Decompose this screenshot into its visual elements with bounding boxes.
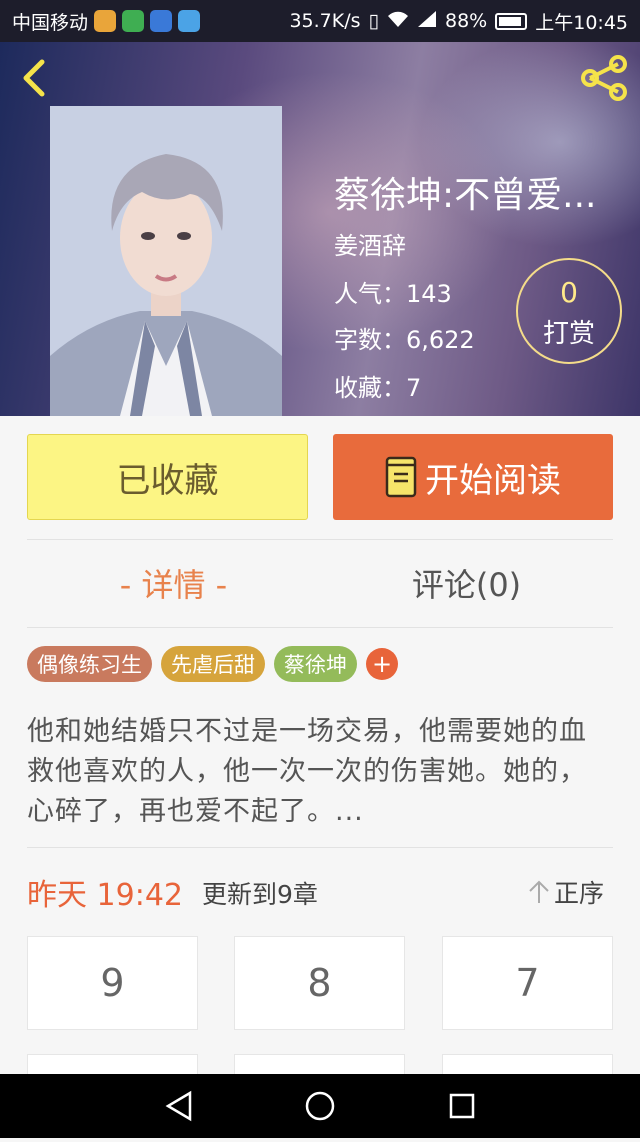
wifi-icon	[387, 10, 409, 33]
divider	[27, 539, 613, 540]
signal-icon	[417, 10, 437, 33]
tab-detail[interactable]: - 详情 -	[27, 560, 320, 606]
nav-back-icon[interactable]	[165, 1090, 192, 1122]
chapter-number: 7	[515, 961, 540, 1005]
status-bar: 中国移动 35.7K/s ▯ 88% 上午10:45	[0, 0, 640, 42]
nav-home-icon[interactable]	[305, 1091, 335, 1121]
sort-order-button[interactable]: 正序	[528, 874, 604, 910]
start-reading-label: 开始阅读	[425, 460, 561, 501]
nav-recents-icon[interactable]	[449, 1093, 475, 1119]
vibrate-icon: ▯	[368, 10, 379, 32]
book-title: 蔡徐坤:不曾爱...	[334, 175, 597, 216]
clock: 上午10:45	[535, 11, 628, 34]
favorites-stat: 收藏：7	[334, 374, 422, 402]
chapter-number: 8	[307, 961, 332, 1005]
sort-order-label: 正序	[554, 879, 605, 908]
update-chapter-text: 更新到9章	[202, 880, 318, 909]
navigation-bar	[0, 1074, 640, 1138]
tv-app-icon	[150, 10, 173, 32]
book-icon	[385, 456, 417, 498]
back-button[interactable]	[16, 56, 56, 100]
book-description[interactable]: 他和她结婚只不过是一场交易，他需要她的血救他喜欢的人，他一次一次的伤害她。她的，…	[27, 712, 613, 832]
favorite-button-label: 已收藏	[116, 460, 219, 501]
share-icon	[581, 55, 627, 101]
tip-button[interactable]: 0 打赏	[516, 258, 622, 364]
battery-icon	[495, 12, 528, 30]
battery-percent: 88%	[445, 10, 488, 32]
tip-label: 打赏	[542, 319, 595, 349]
divider	[27, 847, 613, 848]
app-notification-icon	[94, 10, 117, 32]
video-app-icon	[122, 10, 145, 32]
chapter-cell[interactable]: 9	[27, 936, 198, 1030]
popularity-stat: 人气：143	[334, 280, 452, 308]
book-header: 蔡徐坤:不曾爱... 姜酒辞 人气：143 字数：6,622 收藏：7 0 打赏	[0, 42, 640, 416]
tip-count: 0	[560, 276, 578, 309]
back-arrow-icon	[23, 59, 45, 97]
up-arrow-icon	[529, 880, 549, 903]
cover-portrait	[50, 106, 282, 416]
favorite-button[interactable]: 已收藏	[27, 434, 308, 520]
tag-list: 偶像练习生 先虐后甜 蔡徐坤 +	[27, 646, 398, 682]
chapter-cell[interactable]: 7	[442, 936, 613, 1030]
nav-buttons	[165, 1090, 475, 1122]
author-name[interactable]: 姜酒辞	[334, 226, 406, 261]
divider	[27, 627, 613, 628]
update-time: 昨天 19:42	[27, 878, 183, 913]
word-count-stat: 字数：6,622	[334, 326, 475, 354]
tag-chip[interactable]: 蔡徐坤	[274, 646, 357, 682]
add-tag-button[interactable]: +	[366, 648, 398, 680]
start-reading-button[interactable]: 开始阅读	[333, 434, 613, 520]
tab-comments[interactable]: 评论(0)	[320, 560, 613, 606]
tag-chip[interactable]: 先虐后甜	[161, 646, 265, 682]
carrier-label: 中国移动	[12, 11, 89, 34]
tag-chip[interactable]: 偶像练习生	[27, 646, 152, 682]
chapter-cell[interactable]: 8	[234, 936, 405, 1030]
network-speed: 35.7K/s	[289, 10, 361, 32]
share-button[interactable]	[576, 52, 632, 104]
chapter-number: 9	[100, 961, 125, 1005]
chat-app-icon	[178, 10, 201, 32]
book-cover-image[interactable]	[50, 106, 282, 416]
